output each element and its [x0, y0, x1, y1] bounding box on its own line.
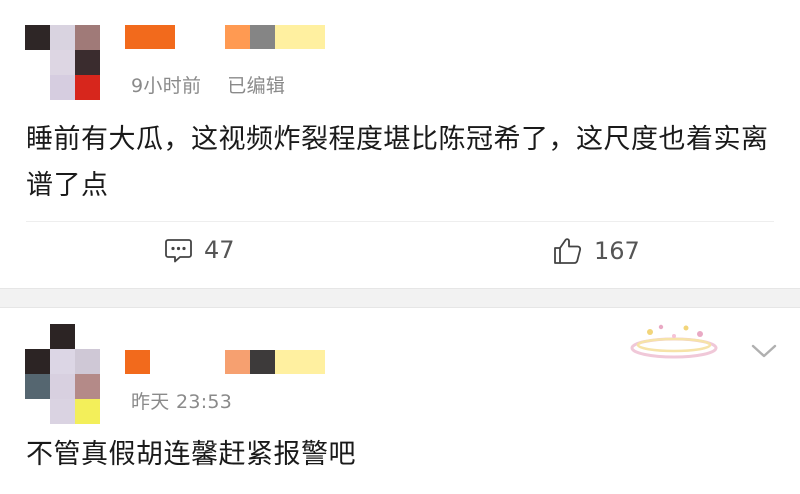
avatar-pixel: [75, 75, 100, 100]
name-pixel: [175, 25, 225, 49]
edited-label: 已编辑: [227, 75, 286, 97]
reply-count: 47: [204, 236, 235, 264]
avatar-pixel: [50, 50, 75, 75]
like-button[interactable]: 167: [553, 236, 640, 265]
like-count: 167: [594, 236, 640, 265]
avatar-pixel: [75, 349, 100, 374]
comment-text: 不管真假胡连馨赶紧报警吧: [26, 439, 356, 470]
comment-meta: 9小时前 已编辑: [131, 71, 285, 98]
name-pixel: [125, 350, 150, 374]
name-pixel: [250, 350, 275, 374]
thumbs-up-icon: [553, 236, 582, 265]
avatar-pixel: [50, 324, 75, 349]
avatar-pixel: [50, 349, 75, 374]
avatar-pixel: [75, 324, 100, 349]
avatar-pixel: [25, 374, 50, 399]
avatar-pixel: [25, 25, 50, 50]
avatar-pixel: [75, 374, 100, 399]
avatar-pixel: [50, 374, 75, 399]
comment-time: 9小时前: [131, 75, 202, 97]
name-pixel: [225, 350, 250, 374]
avatar-pixel: [75, 399, 100, 424]
username-mosaic[interactable]: [125, 350, 325, 374]
reply-button[interactable]: 47: [165, 236, 235, 264]
avatar-pixel: [25, 50, 50, 75]
avatar-pixel: [50, 25, 75, 50]
name-pixel: [150, 350, 200, 374]
divider: [26, 221, 774, 222]
avatar-pixel: [50, 399, 75, 424]
name-pixel: [250, 25, 275, 49]
name-pixel: [200, 350, 225, 374]
name-pixel: [125, 25, 175, 49]
avatar-pixel: [25, 349, 50, 374]
comment-time: 昨天 23:53: [131, 391, 233, 413]
comment-bubble-icon: [165, 238, 192, 263]
name-pixel: [275, 350, 325, 374]
username-mosaic[interactable]: [125, 25, 325, 49]
avatar-pixel: [50, 75, 75, 100]
section-separator: [0, 288, 800, 308]
avatar-pixel: [25, 399, 50, 424]
comment-text: 睡前有大瓜，这视频炸裂程度堪比陈冠希了，这尺度也着实离谱了点: [26, 124, 769, 201]
avatar[interactable]: [25, 324, 100, 424]
avatar-pixel: [25, 75, 50, 100]
avatar-pixel: [75, 50, 100, 75]
avatar-pixel: [25, 324, 50, 349]
name-pixel: [225, 25, 250, 49]
name-pixel: [275, 25, 325, 49]
avatar-pixel: [75, 25, 100, 50]
decorative-badge-icon: [628, 318, 720, 366]
avatar[interactable]: [25, 25, 100, 100]
chevron-down-icon[interactable]: [749, 338, 779, 364]
